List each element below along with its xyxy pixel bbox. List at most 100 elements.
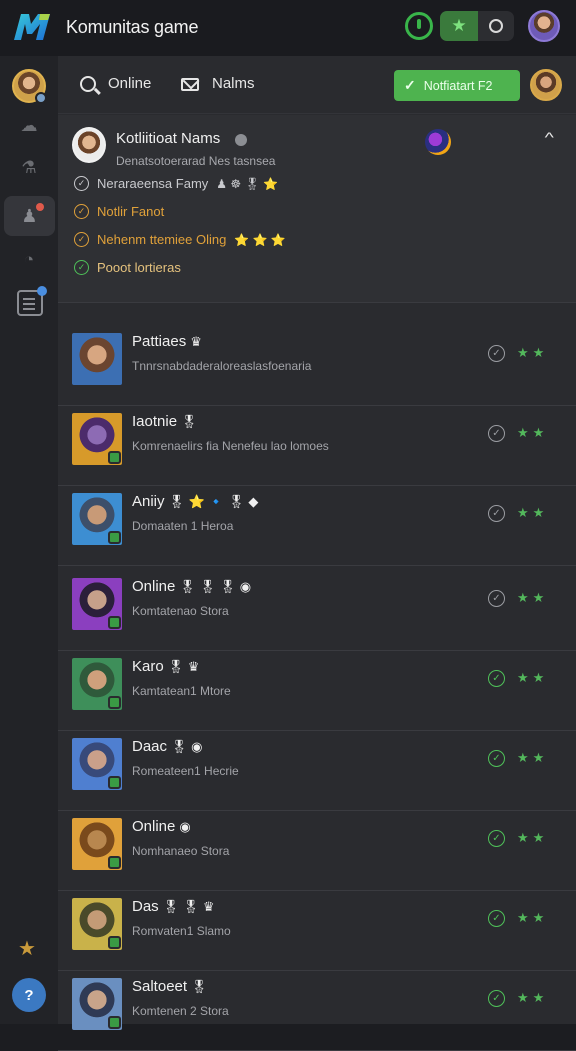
favorites-star-icon[interactable]: ★ — [18, 936, 36, 961]
player-row[interactable]: Online 🎖 🎖 🎖 ◉ Komtatenao Stora ✓ ★★ — [58, 571, 576, 651]
check-circle-icon[interactable]: ✓ — [488, 425, 505, 442]
check-circle-icon[interactable]: ✓ — [488, 345, 505, 362]
player-status: Komtatenao Stora — [132, 604, 229, 618]
profile-card: Kotliitioat Nams Denatsotoerarad Nes tas… — [58, 115, 576, 303]
player-badges: ♛ — [190, 334, 202, 349]
check-circle-icon[interactable]: ✓ — [488, 830, 505, 847]
rating-stars-icon: ★★ — [517, 990, 549, 1005]
player-name-text: Karo — [132, 658, 164, 675]
check-circle-icon[interactable]: ✓ — [488, 670, 505, 687]
player-badges: 🎖 🎖 🎖 ◉ — [179, 579, 252, 594]
power-icon[interactable] — [405, 12, 433, 40]
player-name-text: Saltoeet — [132, 978, 188, 995]
player-row[interactable]: Iaotnie 🎖 Komrenaelirs fia Nenefeu lao lom… — [58, 406, 576, 486]
notification-button[interactable]: ✓ Notfiatart F2 — [394, 70, 520, 101]
community-icon[interactable]: ♟ — [4, 196, 55, 236]
player-avatar[interactable] — [72, 898, 122, 950]
check-circle-icon[interactable]: ✓ — [488, 990, 505, 1007]
stat-badges: ⭐ ⭐ ⭐ — [234, 232, 286, 247]
community-glyph: ♟ — [21, 205, 38, 226]
profile-stat-row: ✓ Pooot lortieras — [74, 260, 181, 275]
names-filter[interactable]: Nalms — [212, 75, 255, 92]
player-status: Romeateen1 Hecrie — [132, 764, 239, 778]
online-indicator — [108, 451, 121, 464]
settings-dot-icon[interactable] — [235, 134, 247, 146]
player-row[interactable]: Pattiaes ♛ Tnnrsnabdaderaloreaslasfoenaria… — [58, 326, 576, 406]
check-circle-icon: ✓ — [74, 176, 89, 191]
search-icon[interactable] — [80, 76, 96, 92]
rating-stars-icon: ★★ — [517, 590, 549, 605]
puzzle-star-icon[interactable]: ★ — [440, 11, 478, 41]
player-name-text: Daac — [132, 738, 168, 755]
player-name: Online 🎖 🎖 🎖 ◉ — [132, 578, 251, 595]
clock-icon[interactable]: ◔ — [14, 245, 44, 275]
player-name: Online ◉ — [132, 818, 191, 835]
notification-button-label: Notfiatart F2 — [423, 78, 493, 93]
stat-label: Pooot lortieras — [97, 260, 181, 275]
player-avatar[interactable] — [72, 978, 122, 1030]
stat-badges: ♟ ☸ 🎖 ⭐ — [216, 176, 278, 191]
player-name: Iaotnie 🎖 — [132, 413, 198, 430]
player-row[interactable]: Daac 🎖 ◉ Romeateen1 Hecrie ✓ ★★ — [58, 731, 576, 811]
stat-label: Nehenm ttemiee Oling — [97, 232, 227, 247]
rating-stars-icon: ★★ — [517, 425, 549, 440]
account-avatar[interactable] — [530, 69, 562, 101]
rating-stars-icon: ★★ — [517, 910, 549, 925]
player-name-text: Das — [132, 898, 159, 915]
mode-toggle[interactable]: ★ — [440, 11, 514, 41]
profile-avatar[interactable] — [72, 127, 106, 163]
player-name-text: Online — [132, 578, 176, 595]
player-avatar[interactable] — [72, 493, 122, 545]
player-row[interactable]: Aniiy 🎖 ⭐ 🔹 🎖 ◆ Domaaten 1 Heroa ✓ ★★ — [58, 486, 576, 566]
orb-badge-icon — [425, 129, 451, 155]
collapse-chevron-icon[interactable]: ^ — [545, 129, 554, 145]
games-icon[interactable]: ⚗ — [14, 153, 44, 183]
check-circle-icon: ✓ — [74, 232, 89, 247]
profile-stat-row: ✓ Nehenm ttemiee Oling ⭐ ⭐ ⭐ — [74, 232, 286, 247]
check-circle-icon[interactable]: ✓ — [488, 750, 505, 767]
sidebar-profile-avatar[interactable] — [12, 69, 47, 104]
player-status: Tnnrsnabdaderaloreaslasfoenaria — [132, 359, 312, 373]
player-badges: ◉ — [179, 819, 191, 834]
document-icon[interactable] — [17, 286, 47, 316]
check-circle-icon[interactable]: ✓ — [488, 910, 505, 927]
notification-dot — [37, 286, 47, 296]
player-row[interactable]: Karo 🎖 ♛ Kamtatean1 Mtore ✓ ★★ — [58, 651, 576, 731]
user-avatar[interactable] — [528, 10, 560, 42]
chat-icon[interactable]: ☁ — [14, 111, 44, 141]
check-circle-icon[interactable]: ✓ — [488, 505, 505, 522]
profile-stat-row: ✓ Notlir Fanot — [74, 204, 164, 219]
player-avatar[interactable] — [72, 413, 122, 465]
player-row[interactable]: Saltoeet 🎖 Komtenen 2 Stora ✓ ★★ — [58, 971, 576, 1051]
player-row[interactable]: Das 🎖 🎖 ♛ Romvaten1 Slamo ✓ ★★ — [58, 891, 576, 971]
rating-stars-icon: ★★ — [517, 750, 549, 765]
check-circle-icon[interactable]: ✓ — [488, 590, 505, 607]
check-icon: ✓ — [404, 77, 416, 93]
check-circle-icon: ✓ — [74, 204, 89, 219]
player-avatar[interactable] — [72, 818, 122, 870]
stat-label: Neraraeensa Famy — [97, 176, 209, 191]
rating-stars-icon: ★★ — [517, 505, 549, 520]
filter-bar: Online Nalms ✓ Notfiatart F2 — [58, 56, 576, 114]
player-avatar[interactable] — [72, 578, 122, 630]
check-circle-icon: ✓ — [74, 260, 89, 275]
profile-subtitle: Denatsotoerarad Nes tasnsea — [116, 154, 276, 168]
online-filter[interactable]: Online — [108, 75, 151, 92]
komunitas-logo-icon[interactable] — [12, 10, 52, 44]
mail-icon[interactable] — [181, 78, 199, 91]
profile-stat-row: ✓ Neraraeensa Famy ♟ ☸ 🎖 ⭐ — [74, 176, 278, 191]
player-badges: 🎖 ◉ — [171, 739, 203, 754]
notification-dot — [36, 203, 44, 211]
player-status: Nomhanaeo Stora — [132, 844, 230, 858]
help-icon[interactable]: ? — [12, 978, 46, 1012]
player-name-text: Aniiy — [132, 493, 165, 510]
player-avatar[interactable] — [72, 738, 122, 790]
player-avatar[interactable] — [72, 658, 122, 710]
main-panel: Online Nalms ✓ Notfiatart F2 Kotliitioat… — [58, 56, 576, 1051]
player-avatar[interactable] — [72, 333, 122, 385]
player-status: Komtenen 2 Stora — [132, 1004, 229, 1018]
player-name: Pattiaes ♛ — [132, 333, 202, 350]
circle-icon[interactable] — [478, 11, 514, 41]
player-name: Aniiy 🎖 ⭐ 🔹 🎖 ◆ — [132, 493, 258, 510]
player-row[interactable]: Online ◉ Nomhanaeo Stora ✓ ★★ — [58, 811, 576, 891]
